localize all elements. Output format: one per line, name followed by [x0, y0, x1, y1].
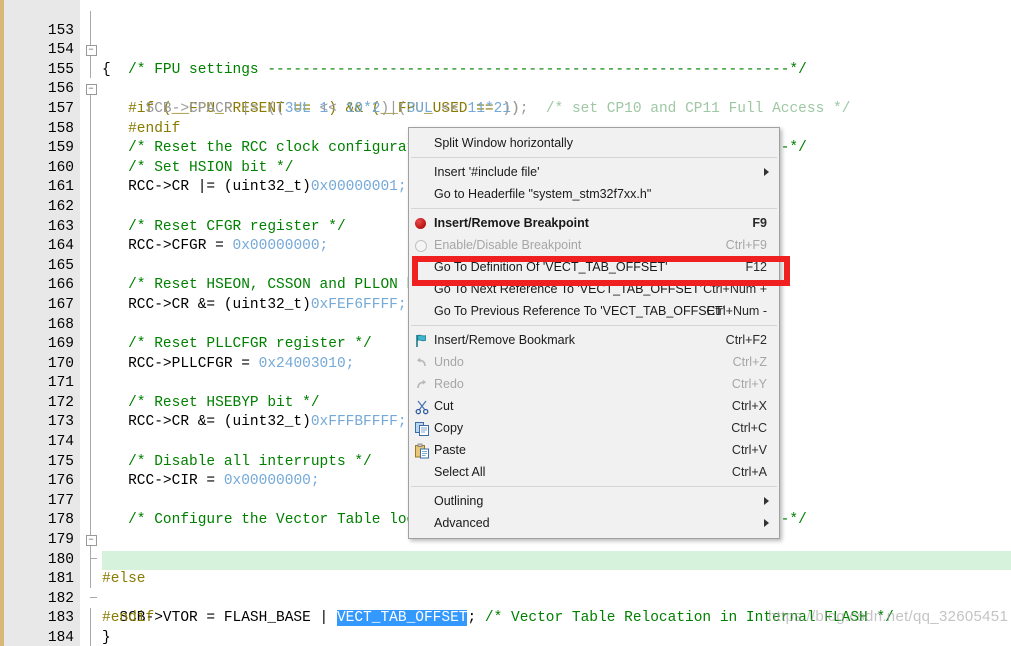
code-line[interactable]: 156 SCB->CPACR |= ((3UL << 10*2)|(3UL <<…	[0, 61, 1011, 117]
menu-item-shortcut: Ctrl+Num -	[706, 304, 767, 318]
menu-item-label: Undo	[434, 355, 464, 369]
menu-item-go-to-next-reference[interactable]: Go To Next Reference To 'VECT_TAB_OFFSET…	[409, 278, 779, 300]
code-line[interactable]: 183 }	[0, 590, 1011, 646]
clipboard-paste-icon	[413, 442, 429, 459]
menu-separator	[411, 325, 777, 326]
code-line[interactable]: 155 − #if (__FPU_PRESENT == 1) && (__FPU…	[0, 41, 1011, 117]
menu-item-label: Paste	[434, 443, 466, 457]
menu-item-shortcut: F12	[745, 260, 767, 274]
watermark-text: https://blog.csdn.net/qq_32605451	[768, 608, 1009, 625]
menu-item-redo: Redo Ctrl+Y	[409, 373, 779, 395]
menu-item-cut[interactable]: Cut Ctrl+X	[409, 395, 779, 417]
menu-item-enable-disable-breakpoint: Enable/Disable Breakpoint Ctrl+F9	[409, 234, 779, 256]
menu-item-shortcut: Ctrl+F2	[725, 333, 767, 347]
menu-item-split-window-horizontally[interactable]: Split Window horizontally	[409, 132, 779, 154]
menu-item-go-to-headerfile[interactable]: Go to Headerfile "system_stm32f7xx.h"	[409, 183, 779, 205]
code-line-current[interactable]: 181 SCB->VTOR = FLASH_BASE | VECT_TAB_OF…	[0, 550, 1011, 627]
menu-item-shortcut: Ctrl+Num +	[703, 282, 767, 296]
menu-item-label: Outlining	[434, 494, 484, 508]
code-line[interactable]: 157 #endif	[0, 80, 1011, 137]
undo-arrow-icon	[413, 354, 429, 370]
menu-item-label: Split Window horizontally	[434, 136, 573, 150]
menu-item-label: Enable/Disable Breakpoint	[434, 238, 582, 252]
menu-separator	[411, 208, 777, 209]
menu-item-shortcut: F9	[752, 216, 767, 230]
code-line[interactable]: 182 #endif	[0, 570, 1011, 627]
menu-item-label: Select All	[434, 465, 486, 479]
menu-item-insert-include-file[interactable]: Insert '#include file'	[409, 161, 779, 183]
breakpoint-ring-icon	[413, 237, 429, 253]
copy-icon	[413, 420, 429, 436]
menu-item-go-to-definition[interactable]: Go To Definition Of 'VECT_TAB_OFFSET' F1…	[409, 256, 779, 278]
breakpoint-dot-icon	[413, 215, 429, 231]
current-line-highlight	[102, 550, 1011, 571]
submenu-arrow-icon	[764, 497, 769, 505]
code-line[interactable]: 154 /* FPU settings --------------------…	[0, 22, 1011, 78]
menu-item-label: Insert/Remove Breakpoint	[434, 216, 589, 230]
menu-item-label: Go To Next Reference To 'VECT_TAB_OFFSET…	[434, 282, 703, 296]
bookmark-flag-icon	[413, 332, 429, 348]
menu-bottom-padding	[409, 534, 779, 538]
code-line[interactable]: 153 − {	[0, 2, 1011, 78]
code-line[interactable]: 158 /* Reset the RCC clock configuration…	[0, 100, 1011, 157]
menu-item-label: Go To Definition Of 'VECT_TAB_OFFSET'	[434, 260, 668, 274]
menu-item-outlining[interactable]: Outlining	[409, 490, 779, 512]
menu-item-shortcut: Ctrl+Y	[731, 377, 767, 391]
submenu-arrow-icon	[764, 519, 769, 527]
menu-item-label: Copy	[434, 421, 464, 435]
code-line[interactable]: 185 − /**	[0, 629, 1011, 646]
menu-item-shortcut: Ctrl+V	[731, 443, 767, 457]
scissors-icon	[413, 398, 429, 415]
menu-item-select-all[interactable]: Select All Ctrl+A	[409, 461, 779, 483]
menu-item-label: Go To Previous Reference To 'VECT_TAB_OF…	[434, 304, 725, 318]
menu-separator	[411, 486, 777, 487]
menu-item-shortcut: Ctrl+C	[731, 421, 767, 435]
menu-item-label: Insert/Remove Bookmark	[434, 333, 576, 347]
editor-context-menu[interactable]: Split Window horizontally Insert '#inclu…	[408, 127, 780, 539]
menu-item-insert-remove-bookmark[interactable]: Insert/Remove Bookmark Ctrl+F2	[409, 329, 779, 351]
menu-item-copy[interactable]: Copy Ctrl+C	[409, 417, 779, 439]
menu-separator	[411, 157, 777, 158]
redo-arrow-icon	[413, 376, 429, 392]
menu-item-shortcut: Ctrl+F9	[725, 238, 767, 252]
menu-item-label: Insert '#include file'	[434, 165, 540, 179]
menu-item-paste[interactable]: Paste Ctrl+V	[409, 439, 779, 461]
menu-item-label: Go to Headerfile "system_stm32f7xx.h"	[434, 187, 652, 201]
menu-item-shortcut: Ctrl+Z	[732, 355, 767, 369]
menu-item-go-to-previous-reference[interactable]: Go To Previous Reference To 'VECT_TAB_OF…	[409, 300, 779, 322]
menu-item-label: Cut	[434, 399, 454, 413]
menu-item-advanced[interactable]: Advanced	[409, 512, 779, 534]
menu-item-shortcut: Ctrl+A	[731, 465, 767, 479]
menu-item-insert-remove-breakpoint[interactable]: Insert/Remove Breakpoint F9	[409, 212, 779, 234]
menu-item-shortcut: Ctrl+X	[731, 399, 767, 413]
menu-item-label: Redo	[434, 377, 464, 391]
menu-item-label: Advanced	[434, 516, 490, 530]
menu-item-undo: Undo Ctrl+Z	[409, 351, 779, 373]
submenu-arrow-icon	[764, 168, 769, 176]
